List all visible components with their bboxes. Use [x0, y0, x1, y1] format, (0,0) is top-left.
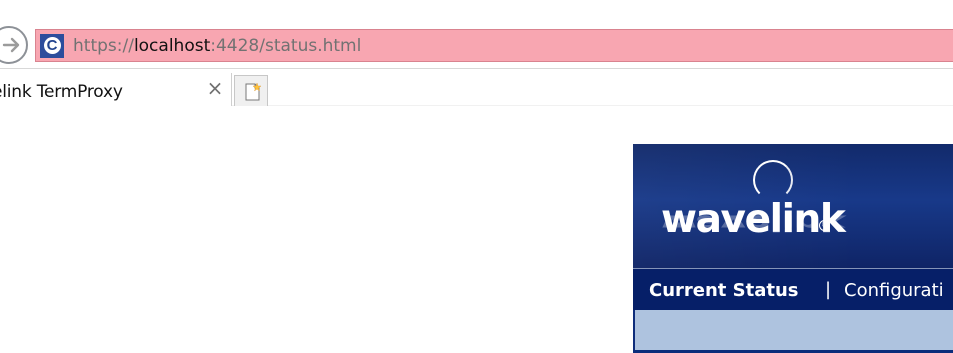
new-tab-icon [245, 82, 262, 101]
nav-separator: | [825, 279, 832, 300]
url-protocol: https:// [73, 35, 134, 56]
status-nav: Current Status | Configurati [633, 268, 953, 310]
address-bar[interactable]: C https://localhost:4428/status.html [35, 29, 953, 62]
copyright-icon: C [43, 37, 61, 54]
tab-title: elink TermProxy [0, 82, 123, 102]
registered-mark: ® [819, 220, 830, 231]
logo-ring [753, 160, 793, 200]
nav-current-status[interactable]: Current Status [649, 280, 799, 301]
new-tab-button[interactable] [234, 75, 268, 107]
wavelink-page: wavelink ® wavelink Current Status | Con… [633, 144, 953, 353]
tab-strip: elink TermProxy × [0, 68, 953, 107]
arrow-right-icon [2, 37, 20, 53]
site-icon: C [40, 33, 64, 58]
light-blue-strip [633, 310, 953, 350]
page-content: wavelink ® wavelink Current Status | Con… [0, 106, 953, 353]
close-icon[interactable]: × [206, 78, 224, 98]
back-button[interactable] [0, 26, 28, 64]
header-banner: wavelink ® wavelink [633, 144, 953, 268]
nav-configuration[interactable]: Configurati [844, 280, 944, 301]
browser-window: C https://localhost:4428/status.html eli… [0, 0, 953, 353]
logo-reflection: wavelink [661, 209, 845, 236]
logo-text: wavelink [661, 197, 846, 242]
wavelink-logo: wavelink ® wavelink [661, 160, 881, 270]
url-text[interactable]: https://localhost:4428/status.html [73, 36, 361, 56]
address-row: C https://localhost:4428/status.html [0, 22, 953, 68]
url-host: localhost [133, 35, 211, 56]
url-path: :4428/status.html [210, 35, 362, 56]
browser-tab[interactable]: elink TermProxy × [0, 73, 232, 107]
